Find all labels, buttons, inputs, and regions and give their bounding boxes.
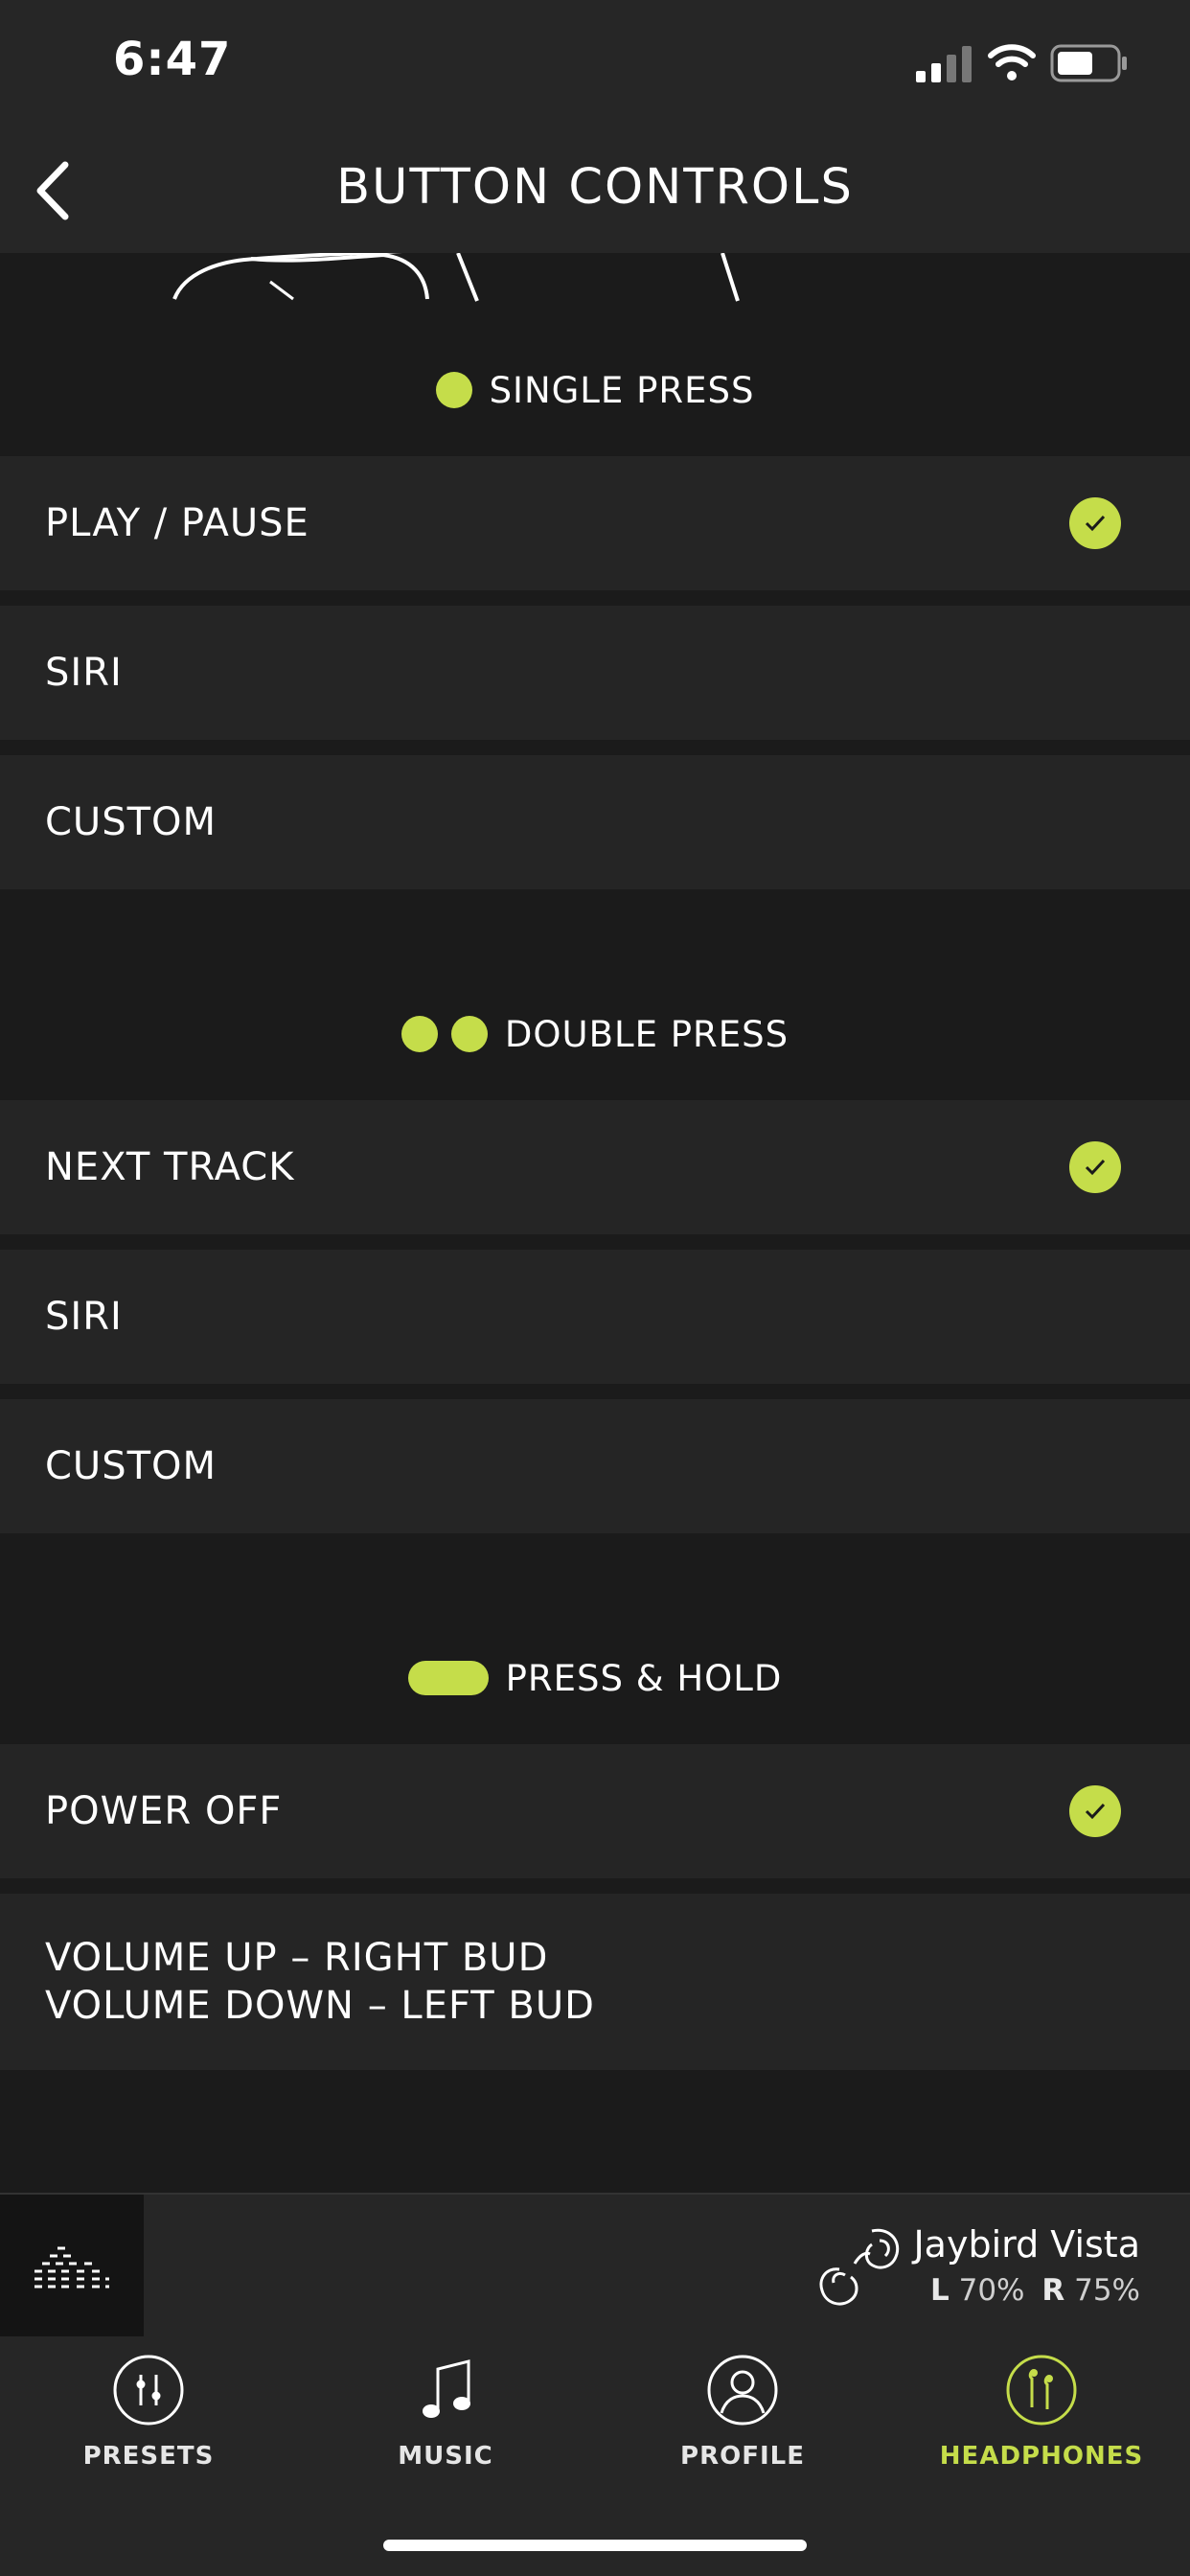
equalizer-button[interactable] [0, 2195, 144, 2338]
home-indicator [383, 2540, 807, 2551]
right-bud-battery: 75% [1074, 2273, 1140, 2308]
profile-icon [707, 2355, 778, 2426]
hold-pill-icon [407, 1661, 489, 1695]
double-dot-icon [400, 1016, 488, 1052]
earbud-illustration [172, 253, 740, 302]
device-bar: Jaybird Vista L 70% R 75% [0, 2193, 1190, 2338]
option-volume-buds[interactable]: VOLUME UP – RIGHT BUD VOLUME DOWN – LEFT… [0, 1894, 1190, 2070]
tab-headphones[interactable]: HEADPHONES [917, 2354, 1166, 2478]
tab-music[interactable]: MUSIC [321, 2354, 570, 2478]
option-play-pause[interactable]: PLAY / PAUSE [0, 456, 1190, 590]
page-title: BUTTON CONTROLS [336, 159, 854, 216]
single-press-header: SINGLE PRESS [0, 356, 1190, 424]
option-label-line2: VOLUME DOWN – LEFT BUD [45, 1984, 595, 2028]
sliders-icon [113, 2355, 184, 2426]
single-dot-icon [435, 372, 472, 408]
option-label: CUSTOM [45, 800, 217, 844]
double-press-header: DOUBLE PRESS [0, 1000, 1190, 1068]
tab-presets[interactable]: PRESETS [24, 2354, 273, 2478]
cellular-signal-icon [916, 46, 972, 82]
tab-label: HEADPHONES [939, 2442, 1144, 2471]
option-label: CUSTOM [45, 1444, 217, 1488]
option-custom-single[interactable]: CUSTOM [0, 755, 1190, 889]
battery-icon [1050, 44, 1127, 82]
tab-label: MUSIC [398, 2442, 493, 2471]
status-bar: 6:47 [0, 0, 1190, 128]
option-label: POWER OFF [45, 1789, 283, 1833]
press-hold-header: PRESS & HOLD [0, 1644, 1190, 1712]
single-press-title: SINGLE PRESS [489, 369, 755, 411]
option-label: SIRI [45, 651, 123, 695]
device-battery-levels: L 70% R 75% [923, 2273, 1140, 2308]
left-bud-label: L [929, 2273, 950, 2308]
status-time: 6:47 [113, 33, 232, 86]
double-press-title: DOUBLE PRESS [504, 1013, 790, 1055]
option-label: VOLUME UP – RIGHT BUD VOLUME DOWN – LEFT… [45, 1934, 595, 2030]
option-label-line1: VOLUME UP – RIGHT BUD [45, 1936, 549, 1980]
wifi-icon [988, 44, 1036, 80]
left-bud-battery: 70% [958, 2273, 1025, 2308]
option-label: SIRI [45, 1295, 123, 1339]
option-siri-single[interactable]: SIRI [0, 606, 1190, 740]
checkmark-icon [1069, 1785, 1121, 1837]
option-power-off[interactable]: POWER OFF [0, 1744, 1190, 1878]
device-name: Jaybird Vista [913, 2223, 1140, 2266]
tab-profile[interactable]: PROFILE [618, 2354, 867, 2478]
checkmark-icon [1069, 1141, 1121, 1193]
option-custom-double[interactable]: CUSTOM [0, 1399, 1190, 1533]
right-bud-label: R [1041, 2273, 1065, 2308]
option-label: NEXT TRACK [45, 1145, 295, 1189]
option-siri-double[interactable]: SIRI [0, 1250, 1190, 1384]
music-note-icon [423, 2359, 470, 2418]
headphones-icon [1006, 2355, 1077, 2426]
option-next-track[interactable]: NEXT TRACK [0, 1100, 1190, 1234]
tab-label: PRESETS [82, 2442, 215, 2471]
checkmark-icon [1069, 497, 1121, 549]
equalizer-icon [34, 2246, 109, 2288]
earbuds-icon [819, 2228, 900, 2306]
nav-header: BUTTON CONTROLS [0, 128, 1190, 253]
tab-label: PROFILE [680, 2442, 805, 2471]
option-label: PLAY / PAUSE [45, 501, 309, 545]
press-hold-title: PRESS & HOLD [505, 1657, 783, 1699]
